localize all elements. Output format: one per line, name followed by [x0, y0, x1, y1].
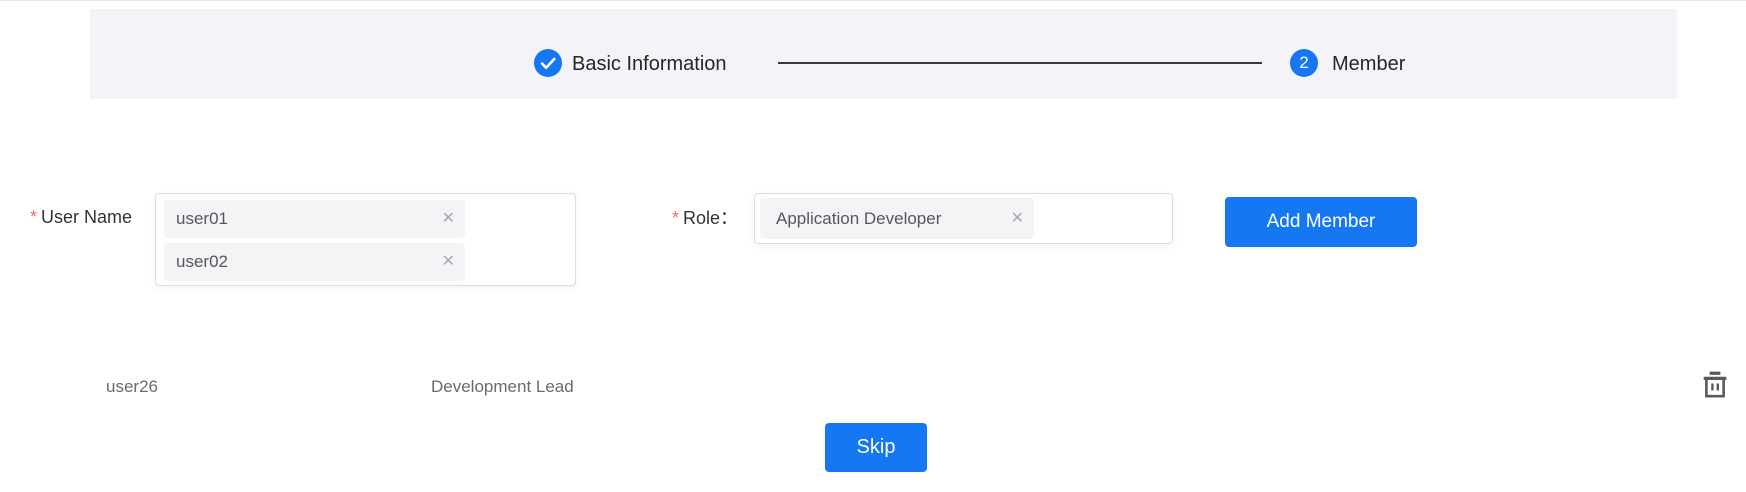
remove-tag-icon[interactable]: ✕ — [442, 254, 455, 270]
user-name-multiselect[interactable]: user01 ✕ user02 ✕ — [155, 193, 576, 286]
required-asterisk: * — [30, 207, 37, 227]
user-name-label: *User Name — [30, 205, 132, 229]
trash-icon — [1702, 370, 1728, 398]
role-label: *Role： — [672, 206, 738, 230]
member-row-user-name: user26 — [106, 377, 158, 397]
check-icon — [534, 49, 562, 77]
role-tag: Application Developer ✕ — [760, 198, 1034, 239]
required-asterisk: * — [672, 208, 679, 228]
remove-tag-icon[interactable]: ✕ — [1011, 211, 1024, 227]
role-label-text: Role： — [683, 208, 738, 228]
page-top-divider — [0, 0, 1746, 1]
role-select[interactable]: Application Developer ✕ — [754, 193, 1173, 244]
add-member-button[interactable]: Add Member — [1225, 197, 1417, 247]
step-1-done-indicator — [534, 49, 562, 77]
user-tag-label: user01 — [176, 209, 228, 229]
create-project-member-step-page: Basic Information 2 Member *User Name us… — [0, 0, 1746, 492]
remove-tag-icon[interactable]: ✕ — [442, 211, 455, 227]
stepper-connector-line — [778, 62, 1262, 64]
user-name-label-text: User Name — [41, 207, 132, 227]
step-2-label: Member — [1332, 50, 1405, 78]
step-2-number-indicator: 2 — [1290, 49, 1318, 77]
user-tag: user02 ✕ — [164, 243, 465, 281]
skip-button[interactable]: Skip — [825, 423, 927, 472]
role-tag-label: Application Developer — [776, 209, 941, 229]
user-tag-label: user02 — [176, 252, 228, 272]
step-1-label: Basic Information — [572, 50, 727, 78]
stepper-bar: Basic Information 2 Member — [90, 9, 1677, 99]
user-tag: user01 ✕ — [164, 200, 465, 238]
member-row-role: Development Lead — [431, 377, 574, 397]
delete-member-button[interactable] — [1700, 368, 1730, 400]
